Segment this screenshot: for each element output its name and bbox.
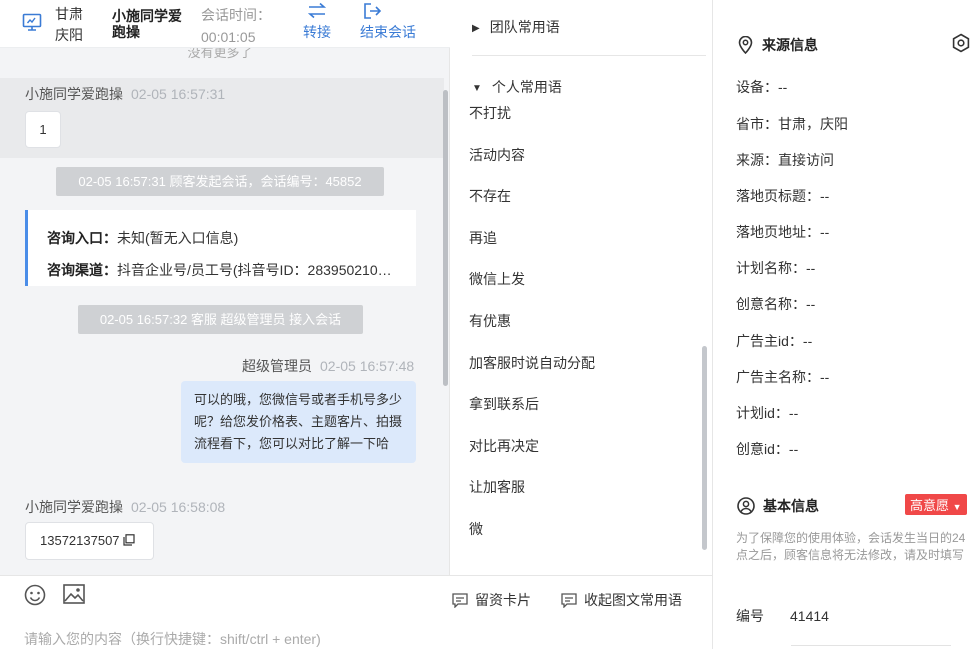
field-advertiser-name: 广告主名称：-- <box>736 369 830 385</box>
chat-panel: 甘肃 庆阳 小施同学爱跑操 会话时间： 00:01:05 转接 结束会话 没有更… <box>0 0 450 649</box>
customer-info-panel: 来源信息 设备：-- 省市：甘肃，庆阳 来源：直接访问 落地页标题：-- 落地页… <box>713 0 979 649</box>
caret-down-icon: ▼ <box>472 83 482 94</box>
divider <box>791 645 951 646</box>
field-landing-url: 落地页地址：-- <box>736 224 830 240</box>
transfer-icon <box>307 2 327 19</box>
chat-scrollbar[interactable] <box>443 90 448 386</box>
phrase-item[interactable]: 有优惠 <box>469 311 511 331</box>
user-circle-icon <box>737 497 755 515</box>
transfer-button[interactable]: 转接 <box>300 2 334 42</box>
field-landing-title: 落地页标题：-- <box>736 188 830 204</box>
consult-info-card: 咨询入口：未知(暂无入口信息) 咨询渠道：抖音企业号/员工号(抖音号ID：283… <box>25 210 416 286</box>
customer-name: 小施同学爱跑操 <box>112 8 182 40</box>
no-more-hint: 没有更多了 <box>187 48 253 60</box>
phrase-item[interactable]: 不打扰 <box>469 103 511 123</box>
field-device: 设备：-- <box>736 79 788 95</box>
team-phrases-group[interactable]: ▶ 团队常用语 <box>472 17 560 37</box>
source-info-title: 来源信息 <box>737 35 818 55</box>
phrase-item[interactable]: 再追 <box>469 228 497 248</box>
message-icon <box>561 593 577 609</box>
message-bubble: 13572137507 <box>25 522 154 560</box>
caret-down-icon: ▼ <box>952 502 962 512</box>
edit-notice: 为了保障您的使用体验，会话发生当日的24点之后，顾客信息将无法修改，请及时填写 <box>736 531 966 562</box>
settings-icon[interactable] <box>951 33 971 56</box>
message-sender: 超级管理员 02-05 16:57:48 <box>242 358 415 374</box>
phrase-item[interactable]: 活动内容 <box>469 145 525 165</box>
message-input[interactable]: 请输入您的内容（换行快捷键：shift/ctrl + enter) <box>24 629 321 649</box>
message-bubble: 1 <box>25 111 61 148</box>
message-sender: 小施同学爱跑操 02-05 16:58:08 <box>25 499 226 515</box>
copy-icon[interactable] <box>123 534 135 546</box>
personal-phrases-group[interactable]: ▼ 个人常用语 <box>472 77 562 97</box>
card-icon <box>452 593 468 609</box>
field-plan-id: 计划id：-- <box>736 405 799 421</box>
intent-level-dropdown[interactable]: 高意愿 ▼ <box>905 494 967 515</box>
divider <box>472 55 706 56</box>
phrase-item[interactable]: 不存在 <box>469 186 511 206</box>
session-time: 会话时间： 00:01:05 <box>201 7 271 45</box>
phrase-item[interactable]: 加客服时说自动分配 <box>469 353 595 373</box>
phrase-item[interactable]: 让加客服 <box>469 477 525 497</box>
end-session-button[interactable]: 结束会话 <box>360 2 424 42</box>
basic-info-title: 基本信息 <box>737 496 819 516</box>
system-message: 02-05 16:57:32 客服 超级管理员 接入会话 <box>78 305 363 334</box>
exit-icon <box>364 3 382 19</box>
phrase-item[interactable]: 微信上发 <box>469 269 525 289</box>
phrase-item[interactable]: 对比再决定 <box>469 436 539 456</box>
location-pin-icon <box>738 35 753 55</box>
customer-location: 甘肃 庆阳 <box>55 6 83 43</box>
field-province-city: 省市：甘肃，庆阳 <box>736 116 848 132</box>
chat-header: 甘肃 庆阳 小施同学爱跑操 会话时间： 00:01:05 转接 结束会话 <box>0 0 450 48</box>
field-plan-name: 计划名称：-- <box>736 260 816 276</box>
chat-message-list[interactable]: 没有更多了 小施同学爱跑操 02-05 16:57:31 1 02-05 16:5… <box>0 48 450 575</box>
collapse-phrases-button[interactable]: 收起图文常用语 <box>561 590 682 610</box>
system-message: 02-05 16:57:31 顾客发起会话，会话编号：45852 <box>56 167 384 196</box>
monitor-icon <box>22 12 42 32</box>
message-bubble: 可以的哦，您微信号或者手机号多少呢？给您发价格表、主题客片、拍摄流程看下，您可以… <box>181 381 416 463</box>
field-source: 来源：直接访问 <box>736 152 834 168</box>
phrase-item[interactable]: 微 <box>469 519 483 539</box>
field-creative-id: 创意id：-- <box>736 441 799 457</box>
field-number: 编号 41414 <box>736 608 829 624</box>
emoji-icon[interactable] <box>24 584 46 609</box>
message-sender: 小施同学爱跑操 02-05 16:57:31 <box>25 86 226 102</box>
quick-phrases-panel: ▶ 团队常用语 ▼ 个人常用语 不打扰 活动内容 不存在 再追 微信上发 有优惠 加… <box>450 0 713 649</box>
field-advertiser-id: 广告主id：-- <box>736 333 813 349</box>
phrases-scrollbar[interactable] <box>702 346 707 550</box>
lead-card-button[interactable]: 留资卡片 <box>452 590 531 610</box>
image-icon[interactable] <box>63 584 85 607</box>
caret-right-icon: ▶ <box>472 23 480 34</box>
phrases-footer: 留资卡片 收起图文常用语 <box>450 575 713 649</box>
field-creative-name: 创意名称：-- <box>736 296 816 312</box>
chat-input-area[interactable]: 请输入您的内容（换行快捷键：shift/ctrl + enter) <box>0 575 450 649</box>
phrase-item[interactable]: 拿到联系后 <box>469 394 539 414</box>
